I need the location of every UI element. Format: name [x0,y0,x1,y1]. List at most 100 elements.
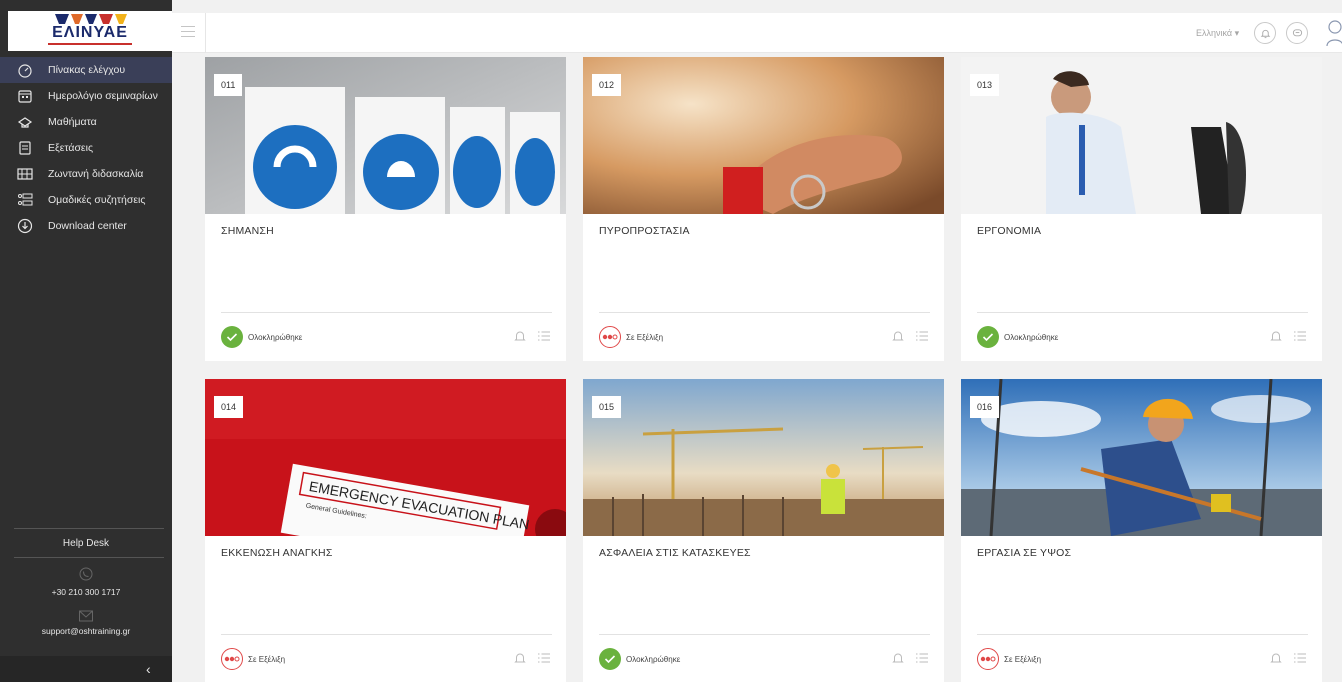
mail-icon [79,610,93,622]
phone-icon [79,567,93,581]
in-progress-icon [977,648,999,670]
exams-icon [16,139,34,157]
bell-icon[interactable] [891,651,905,665]
sidebar-item-label: Ζωντανή διδασκαλία [48,168,144,180]
course-card[interactable]: 012 ΠΥΡΟΠΡΟΣΤΑΣΙΑ Σε Εξέλιξη [583,57,944,361]
help-desk-title: Help Desk [62,538,110,549]
course-image [583,57,944,214]
course-card[interactable]: 016 ΕΡΓΑΣΙΑ ΣΕ ΥΨΟΣ Σε Εξέλιξη [961,379,1322,682]
divider [221,312,552,313]
course-title[interactable]: ΠΥΡΟΠΡΟΣΤΑΣΙΑ [599,225,690,237]
sidebar-item-label: Πίνακας ελέγχου [48,64,126,76]
status-label: Σε Εξέλιξη [1004,654,1042,664]
sidebar-item-download-center[interactable]: Download center [0,213,172,239]
bell-icon[interactable] [891,329,905,343]
course-title[interactable]: ΕΡΓΟΝΟΜΙΑ [977,225,1041,237]
divider [599,312,930,313]
dashboard-icon [16,61,34,79]
logo-underline [48,43,132,45]
check-icon [599,648,621,670]
sidebar-item-label: Μαθήματα [48,116,97,128]
collapse-sidebar-button[interactable]: ‹ [146,662,158,676]
status-label: Σε Εξέλιξη [248,654,286,664]
divider [14,557,164,558]
list-icon[interactable] [915,329,929,343]
chat-icon [1292,28,1302,36]
course-title[interactable]: ΕΡΓΑΣΙΑ ΣΕ ΥΨΟΣ [977,547,1071,559]
course-title[interactable]: ΣΗΜΑΝΣΗ [221,225,274,237]
list-icon[interactable] [537,651,551,665]
course-card[interactable]: EMERGENCY EVACUATION PLAN General Guidel… [205,379,566,682]
divider [221,634,552,635]
course-status: Σε Εξέλιξη [599,326,663,348]
sidebar-item-exams[interactable]: Εξετάσεις [0,135,172,161]
sidebar-item-dashboard[interactable]: Πίνακας ελέγχου [0,57,172,83]
bell-icon[interactable] [1269,651,1283,665]
course-image [583,379,944,536]
status-label: Ολοκληρώθηκε [248,332,303,342]
help-email[interactable]: support@oshtraining.gr [0,626,172,636]
course-image [961,57,1322,214]
card-actions [891,329,939,343]
hamburger-menu-icon[interactable] [181,26,195,38]
course-card[interactable]: 013 ΕΡΓΟΝΟΜΙΑ Ολοκληρώθηκε [961,57,1322,361]
bell-icon[interactable] [513,651,527,665]
divider [977,634,1308,635]
in-progress-icon [221,648,243,670]
status-label: Ολοκληρώθηκε [626,654,681,664]
course-status: Σε Εξέλιξη [977,648,1041,670]
course-code: 012 [592,74,622,96]
in-progress-icon [599,326,621,348]
check-icon [977,326,999,348]
sidebar-nav: Πίνακας ελέγχου Ημερολόγιο σεμιναρίων Μα… [0,57,172,239]
notifications-button[interactable] [1254,22,1276,44]
sidebar-item-live-teaching[interactable]: Ζωντανή διδασκαλία [0,161,172,187]
card-actions [513,651,561,665]
user-avatar-icon[interactable] [1324,18,1342,48]
sidebar-item-label: Download center [48,220,127,232]
list-icon[interactable] [1293,329,1307,343]
check-icon [221,326,243,348]
course-image [205,57,566,214]
bell-icon[interactable] [513,329,527,343]
list-icon[interactable] [915,651,929,665]
card-actions [1269,329,1317,343]
course-title[interactable]: ΑΣΦΑΛΕΙΑ ΣΤΙΣ ΚΑΤΑΣΚΕΥΕΣ [599,547,751,559]
course-status: Ολοκληρώθηκε [977,326,1058,348]
courses-icon [16,113,34,131]
list-icon[interactable] [537,329,551,343]
language-selector[interactable]: Ελληνικά ▾ [1196,28,1239,39]
status-label: Σε Εξέλιξη [626,332,664,342]
sidebar: ΕΛΙΝΥΑΕ Πίνακας ελέγχου Ημερολόγιο σεμιν… [0,0,172,682]
course-card[interactable]: 015 ΑΣΦΑΛΕΙΑ ΣΤΙΣ ΚΑΤΑΣΚΕΥΕΣ Ολοκληρώθηκ… [583,379,944,682]
list-icon[interactable] [1293,651,1307,665]
sidebar-item-group-discussions[interactable]: Ομαδικές συζητήσεις [0,187,172,213]
download-icon [16,217,34,235]
help-phone[interactable]: +30 210 300 1717 [0,587,172,597]
logo-graphic [55,14,127,24]
course-status: Σε Εξέλιξη [221,648,285,670]
divider [977,312,1308,313]
course-image: EMERGENCY EVACUATION PLAN General Guidel… [205,379,566,536]
group-discussion-icon [16,191,34,209]
live-teaching-icon [16,165,34,183]
course-card[interactable]: 011 ΣΗΜΑΝΣΗ Ολοκληρώθηκε [205,57,566,361]
course-title[interactable]: ΕΚΚΕΝΩΣΗ ΑΝΑΓΚΗΣ [221,547,333,559]
sidebar-item-courses[interactable]: Μαθήματα [0,109,172,135]
status-label: Ολοκληρώθηκε [1004,332,1059,342]
sidebar-item-label: Εξετάσεις [48,142,94,154]
course-code: 014 [214,396,244,418]
divider [14,528,164,529]
brand-logo[interactable]: ΕΛΙΝΥΑΕ [8,11,172,51]
calendar-icon [16,87,34,105]
bell-icon[interactable] [1269,329,1283,343]
sidebar-item-calendar[interactable]: Ημερολόγιο σεμιναρίων [0,83,172,109]
brand-name: ΕΛΙΝΥΑΕ [52,24,128,41]
course-status: Ολοκληρώθηκε [599,648,680,670]
course-code: 016 [970,396,1000,418]
card-actions [891,651,939,665]
sidebar-item-label: Ημερολόγιο σεμιναρίων [48,90,158,102]
messages-button[interactable] [1286,22,1308,44]
divider [205,13,206,53]
course-code: 015 [592,396,622,418]
